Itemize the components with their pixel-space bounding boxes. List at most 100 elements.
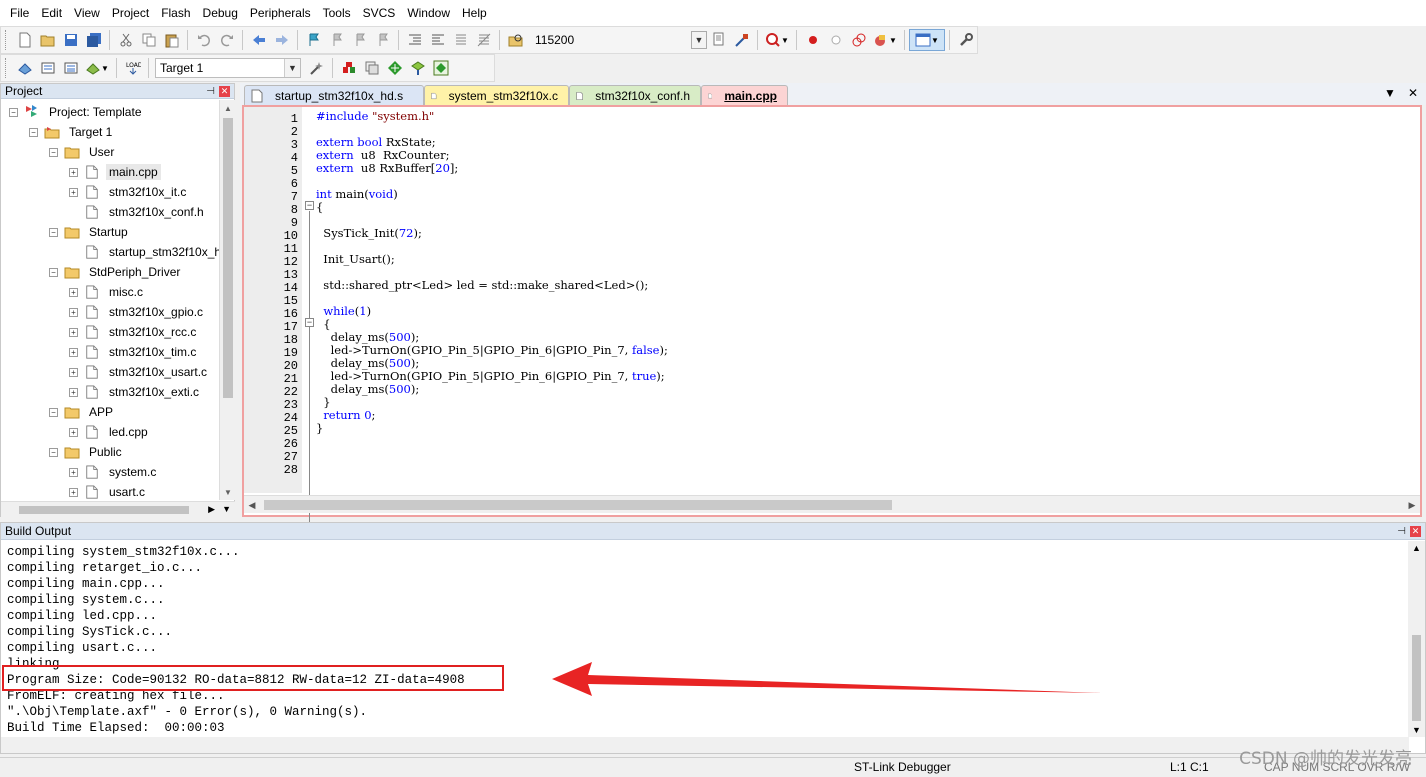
tree-target-item[interactable]: − Target 1 xyxy=(29,122,115,142)
unindent-icon[interactable] xyxy=(426,29,449,51)
tree-group-item[interactable]: − Startup xyxy=(49,222,131,242)
code-line[interactable]: { xyxy=(316,201,323,214)
tree-group-item[interactable]: − APP xyxy=(49,402,116,422)
copy-icon[interactable] xyxy=(137,29,160,51)
select-packs-icon[interactable] xyxy=(383,57,406,79)
run-time-env-icon[interactable] xyxy=(429,57,452,79)
menu-tools[interactable]: Tools xyxy=(317,0,357,26)
collapse-icon[interactable]: − xyxy=(49,447,58,457)
scroll-up-icon[interactable]: ▲ xyxy=(1412,543,1421,553)
navigate-forward-icon[interactable] xyxy=(270,29,293,51)
cut-icon[interactable] xyxy=(114,29,137,51)
navigate-back-icon[interactable] xyxy=(247,29,270,51)
collapse-icon[interactable]: − xyxy=(49,267,58,277)
scroll-right-icon[interactable]: ▶ xyxy=(208,504,215,515)
expand-icon[interactable]: + xyxy=(69,467,78,477)
scroll-down-icon[interactable]: ▼ xyxy=(1412,725,1421,735)
fold-toggle-icon[interactable]: − xyxy=(305,318,314,327)
code-line[interactable]: std::shared_ptr<Led> led = std::make_sha… xyxy=(316,279,648,292)
scroll-right-icon[interactable]: ▶ xyxy=(1404,496,1420,514)
bookmark-icon[interactable] xyxy=(302,29,325,51)
tree-project-item[interactable]: − Project: Template xyxy=(9,102,145,122)
tree-file-item[interactable]: + system.c xyxy=(69,462,159,482)
menu-window[interactable]: Window xyxy=(401,0,456,26)
tree-group-item[interactable]: − User xyxy=(49,142,117,162)
find-combo[interactable]: 115200 ▼ xyxy=(531,30,707,50)
tab-list-icon[interactable]: ▼ xyxy=(1384,86,1396,100)
collapse-icon[interactable]: − xyxy=(49,227,58,237)
scroll-down-icon[interactable]: ▼ xyxy=(220,484,236,500)
tree-group-item[interactable]: − StdPeriph_Driver xyxy=(49,262,183,282)
menu-svcs[interactable]: SVCS xyxy=(357,0,402,26)
menu-help[interactable]: Help xyxy=(456,0,493,26)
debug-session-icon[interactable]: ▼ xyxy=(762,29,792,51)
paste-icon[interactable] xyxy=(160,29,183,51)
close-icon[interactable]: ✕ xyxy=(219,85,230,97)
tree-group-item[interactable]: − Public xyxy=(49,442,125,462)
scroll-left-icon[interactable]: ◀ xyxy=(244,496,260,514)
code-line[interactable]: delay_ms(500); xyxy=(316,383,420,396)
expand-icon[interactable]: + xyxy=(69,367,78,377)
file-extensions-icon[interactable] xyxy=(360,57,383,79)
tree-file-item[interactable]: + stm32f10x_it.c xyxy=(69,182,189,202)
incremental-find-icon[interactable] xyxy=(730,29,753,51)
find-in-files-icon[interactable] xyxy=(504,29,527,51)
menu-project[interactable]: Project xyxy=(106,0,155,26)
tab-startup-file[interactable]: startup_stm32f10x_hd.s xyxy=(244,85,424,105)
menu-debug[interactable]: Debug xyxy=(197,0,244,26)
tab-conf-file[interactable]: stm32f10x_conf.h xyxy=(569,85,701,105)
open-folder-icon[interactable] xyxy=(36,29,59,51)
code-line[interactable]: } xyxy=(316,422,323,435)
pin-icon[interactable]: ⊣ xyxy=(1397,526,1406,537)
window-layout-icon[interactable]: ▼ xyxy=(909,29,945,51)
chevron-down-icon[interactable]: ▼ xyxy=(284,59,300,77)
tree-file-item[interactable]: + stm32f10x_gpio.c xyxy=(69,302,206,322)
collapse-icon[interactable]: − xyxy=(49,407,58,417)
new-file-icon[interactable] xyxy=(13,29,36,51)
code-text-area[interactable]: #include "system.h" extern bool RxState; e… xyxy=(316,107,1416,493)
batch-build-icon[interactable]: ▼ xyxy=(82,57,112,79)
wrench-icon[interactable] xyxy=(954,29,977,51)
tree-file-item[interactable]: + main.cpp xyxy=(69,162,161,182)
breakpoint-icon[interactable] xyxy=(801,29,824,51)
expand-icon[interactable]: + xyxy=(69,187,78,197)
close-icon[interactable]: ✕ xyxy=(1410,525,1421,537)
prev-bookmark-icon[interactable] xyxy=(325,29,348,51)
download-icon[interactable]: LOAD xyxy=(121,57,144,79)
menu-edit[interactable]: Edit xyxy=(35,0,68,26)
toolbar-grip[interactable] xyxy=(5,30,9,50)
code-line[interactable]: extern u8 RxBuffer[20]; xyxy=(316,162,458,175)
expand-icon[interactable]: + xyxy=(69,307,78,317)
toolbar-grip[interactable] xyxy=(5,58,9,78)
expand-icon[interactable]: + xyxy=(69,287,78,297)
comment-icon[interactable] xyxy=(449,29,472,51)
undo-icon[interactable] xyxy=(192,29,215,51)
scroll-up-icon[interactable]: ▲ xyxy=(220,100,236,116)
tab-main-file[interactable]: main.cpp xyxy=(701,85,788,105)
find-icon[interactable] xyxy=(707,29,730,51)
expand-icon[interactable]: + xyxy=(69,387,78,397)
collapse-icon[interactable]: − xyxy=(9,107,18,117)
pin-icon[interactable]: ⊣ xyxy=(206,86,215,97)
disable-breakpoint-icon[interactable] xyxy=(824,29,847,51)
expand-icon[interactable]: + xyxy=(69,347,78,357)
tree-file-item[interactable]: + stm32f10x_tim.c xyxy=(69,342,199,362)
tree-file-item[interactable]: + led.cpp xyxy=(69,422,151,442)
menu-flash[interactable]: Flash xyxy=(155,0,196,26)
kill-breakpoints-icon[interactable] xyxy=(847,29,870,51)
scrollbar-thumb[interactable] xyxy=(19,506,189,514)
save-icon[interactable] xyxy=(59,29,82,51)
expand-icon[interactable]: + xyxy=(69,167,78,177)
scrollbar-thumb[interactable] xyxy=(223,118,233,398)
build-output-vertical-scrollbar[interactable]: ▲ ▼ xyxy=(1408,541,1425,737)
menu-view[interactable]: View xyxy=(68,0,106,26)
collapse-icon[interactable]: − xyxy=(29,127,38,137)
configure-icon[interactable]: ▼ xyxy=(870,29,900,51)
rebuild-icon[interactable] xyxy=(59,57,82,79)
next-bookmark-icon[interactable] xyxy=(348,29,371,51)
build-output-horizontal-scrollbar[interactable] xyxy=(1,737,1409,753)
clear-bookmarks-icon[interactable] xyxy=(371,29,394,51)
target-select[interactable]: Target 1 ▼ xyxy=(155,58,301,78)
project-horizontal-scrollbar[interactable]: ▶ ▼ xyxy=(1,501,235,517)
editor-horizontal-scrollbar[interactable]: ◀ ▶ xyxy=(244,495,1420,513)
